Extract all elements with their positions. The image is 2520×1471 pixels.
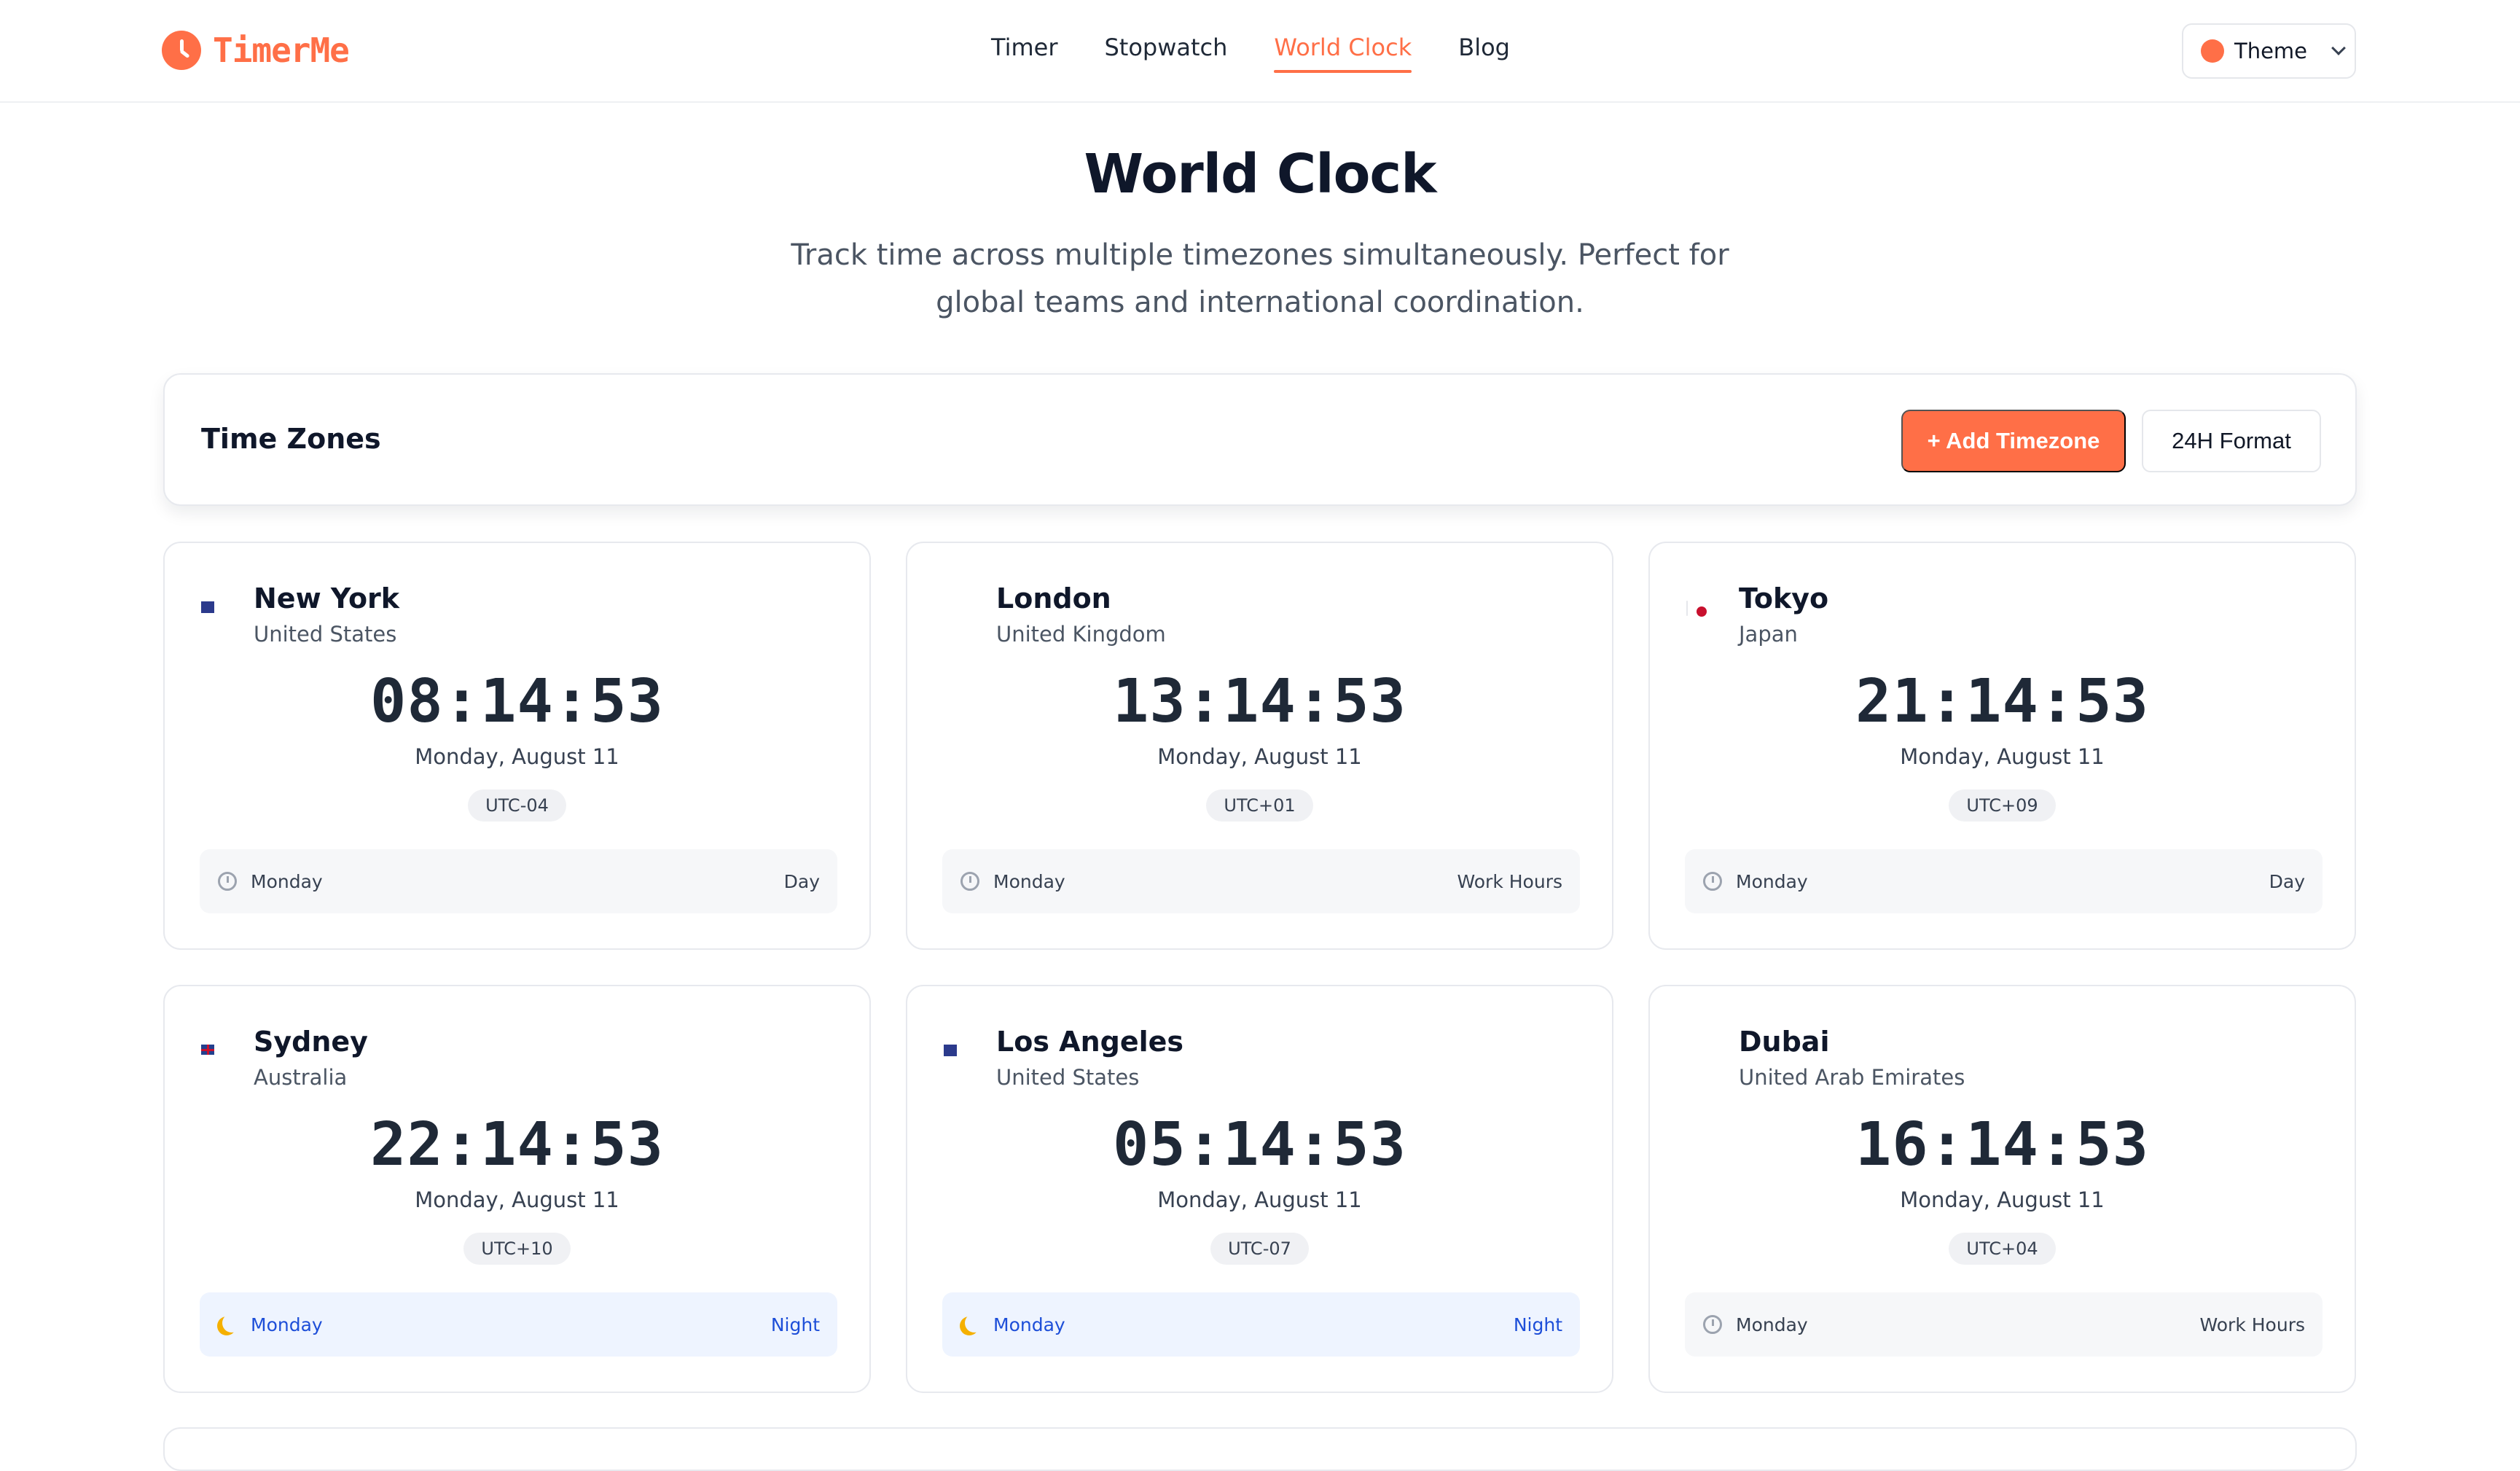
page-title: World Clock [1084,143,1436,206]
clock-card: New York United States 08:14:53 Monday, … [163,542,871,950]
timezones-toolbar: Time Zones + Add Timezone 24H Format [163,373,2357,506]
clock-card: London United Kingdom 13:14:53 Monday, A… [906,542,1613,950]
clock-time: 22:14:53 [370,1110,664,1179]
timer-logo-icon [162,31,201,70]
weekday-label: Monday [993,870,1065,892]
nav-item-world-clock[interactable]: World Clock [1274,28,1412,74]
theme-color-swatch-icon [2201,39,2224,63]
clock-date: Monday, August 11 [1900,1187,2105,1212]
city-name: Dubai [1739,1026,1830,1058]
clock-icon [1702,871,1723,891]
main-nav: Timer Stopwatch World Clock Blog [991,28,1557,74]
theme-dropdown-button[interactable]: Theme [2182,23,2356,79]
top-navigation-bar: TimerMe Timer Stopwatch World Clock Blog… [0,0,2520,103]
flag-icon [1686,601,1688,616]
country-name: Australia [254,1065,348,1090]
country-name: United Kingdom [996,622,1166,647]
day-status-bar: Monday Day [200,849,837,913]
clock-icon [960,871,980,891]
clock-grid: New York United States 08:14:53 Monday, … [163,542,2357,1393]
city-name: Los Angeles [996,1026,1184,1058]
chevron-down-icon [2331,41,2346,55]
clock-card: Sydney Australia 22:14:53 Monday, August… [163,985,871,1393]
moon-icon [960,1314,980,1335]
country-name: United States [996,1065,1140,1090]
city-name: Sydney [254,1026,368,1058]
country-name: Japan [1739,622,1798,647]
moon-icon [217,1314,238,1335]
period-label: Day [2269,870,2305,892]
clock-icon [1702,1314,1723,1335]
clock-time: 08:14:53 [370,667,664,736]
utc-offset-badge: UTC+09 [1949,789,2056,822]
next-section-card [163,1427,2357,1471]
period-label: Work Hours [1457,870,1563,892]
nav-item-timer[interactable]: Timer [991,28,1057,74]
clock-date: Monday, August 11 [1900,744,2105,769]
clock-time: 16:14:53 [1855,1110,2149,1179]
time-format-toggle-button[interactable]: 24H Format [2142,410,2321,472]
clock-date: Monday, August 11 [415,1187,619,1212]
theme-label: Theme [2234,39,2308,63]
clock-date: Monday, August 11 [415,744,619,769]
country-name: United Arab Emirates [1739,1065,1965,1090]
clock-card: Tokyo Japan 21:14:53 Monday, August 11 U… [1648,542,2356,950]
day-status-bar: Monday Work Hours [1685,1292,2323,1357]
utc-offset-badge: UTC+10 [463,1233,571,1265]
city-name: New York [254,582,400,614]
night-status-bar: Monday Night [942,1292,1580,1357]
timezones-heading: Time Zones [201,423,381,455]
clock-icon [217,871,238,891]
clock-time: 13:14:53 [1113,667,1406,736]
utc-offset-badge: UTC-07 [1210,1233,1309,1265]
clock-card: Dubai United Arab Emirates 16:14:53 Mond… [1648,985,2356,1393]
weekday-label: Monday [993,1314,1065,1335]
add-timezone-button[interactable]: + Add Timezone [1901,410,2126,472]
clock-card: Los Angeles United States 05:14:53 Monda… [906,985,1613,1393]
period-label: Day [783,870,820,892]
weekday-label: Monday [251,870,323,892]
period-label: Night [770,1314,820,1335]
weekday-label: Monday [1736,870,1808,892]
utc-offset-badge: UTC+04 [1949,1233,2056,1265]
country-name: United States [254,622,397,647]
day-status-bar: Monday Day [1685,849,2323,913]
nav-item-blog[interactable]: Blog [1458,28,1510,74]
period-label: Work Hours [2199,1314,2306,1335]
brand-logo[interactable]: TimerMe [162,31,350,70]
city-name: London [996,582,1111,614]
clock-time: 05:14:53 [1113,1110,1406,1179]
period-label: Night [1513,1314,1562,1335]
brand-name: TimerMe [213,31,350,70]
nav-item-stopwatch[interactable]: Stopwatch [1104,28,1227,74]
weekday-label: Monday [1736,1314,1808,1335]
weekday-label: Monday [251,1314,323,1335]
day-status-bar: Monday Work Hours [942,849,1580,913]
clock-date: Monday, August 11 [1157,1187,1362,1212]
city-name: Tokyo [1739,582,1829,614]
page-subtitle: Track time across multiple timezones sim… [791,238,1729,319]
utc-offset-badge: UTC+01 [1206,789,1313,822]
night-status-bar: Monday Night [200,1292,837,1357]
utc-offset-badge: UTC-04 [468,789,566,822]
clock-time: 21:14:53 [1855,667,2149,736]
clock-date: Monday, August 11 [1157,744,1362,769]
